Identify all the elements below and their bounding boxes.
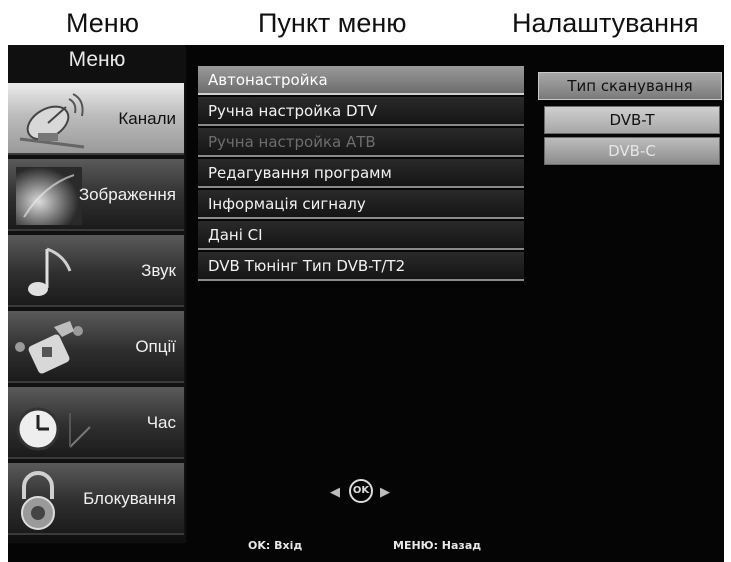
menu-item-dvb-tuner-type[interactable]: DVB Тюнінг Тип DVB-T/T2 — [198, 252, 524, 281]
menu-item-ci-info[interactable]: Дані CI — [198, 221, 524, 250]
option-dvb-t[interactable]: DVB-T — [544, 106, 720, 134]
sidebar-item-lock[interactable]: Блокування — [8, 463, 184, 535]
column-heading-menu-item: Пункт меню — [258, 8, 407, 38]
sidebar-item-label: Канали — [118, 109, 176, 128]
footer-back-hint: МЕНЮ: Назад — [393, 539, 482, 552]
padlock-icon — [14, 469, 94, 531]
scan-type-header: Тип сканування — [538, 72, 722, 100]
music-note-icon — [14, 241, 94, 303]
menu-item-manual-dtv[interactable]: Ручна настройка DTV — [198, 97, 524, 126]
ok-navigation: ◀ OK ▶ — [318, 478, 418, 508]
sidebar-item-options[interactable]: Опції — [8, 311, 184, 383]
column-heading-settings: Налаштування — [512, 8, 699, 38]
menu-item-manual-atv[interactable]: Ручна настройка АТВ — [198, 128, 524, 157]
ok-button-icon[interactable]: OK — [349, 479, 373, 503]
footer-ok-hint: OK: Вхід — [248, 539, 303, 552]
menu-list: Автонастройка Ручна настройка DTV Ручна … — [198, 66, 524, 283]
sidebar-item-sound[interactable]: Звук — [8, 235, 184, 307]
menu-item-program-edit[interactable]: Редагування программ — [198, 159, 524, 188]
left-arrow-icon[interactable]: ◀ — [330, 484, 340, 502]
menu-item-signal-info[interactable]: Інформація сигналу — [198, 190, 524, 219]
sidebar-item-channels[interactable]: Канали — [8, 83, 184, 155]
wrench-icon — [14, 317, 94, 379]
satellite-dish-icon — [14, 89, 94, 151]
sidebar-item-label: Опції — [135, 337, 176, 356]
sidebar-item-label: Блокування — [83, 489, 176, 508]
sidebar-item-picture[interactable]: Зображення — [8, 159, 184, 231]
sidebar-title: Меню — [68, 48, 126, 71]
tv-screen: Меню Канали Зображення Звук Опції Час Бл… — [8, 45, 724, 562]
column-heading-menu: Меню — [66, 8, 139, 38]
right-arrow-icon[interactable]: ▶ — [380, 484, 390, 502]
sidebar-item-label: Звук — [141, 261, 176, 280]
option-dvb-c[interactable]: DVB-C — [544, 137, 720, 165]
sidebar-item-time[interactable]: Час — [8, 387, 184, 459]
sidebar-item-label: Зображення — [78, 185, 176, 204]
menu-item-auto-tuning[interactable]: Автонастройка — [198, 66, 524, 95]
clock-icon — [14, 393, 94, 455]
sidebar: Меню Канали Зображення Звук Опції Час Бл… — [8, 45, 186, 543]
sidebar-item-label: Час — [146, 413, 176, 432]
